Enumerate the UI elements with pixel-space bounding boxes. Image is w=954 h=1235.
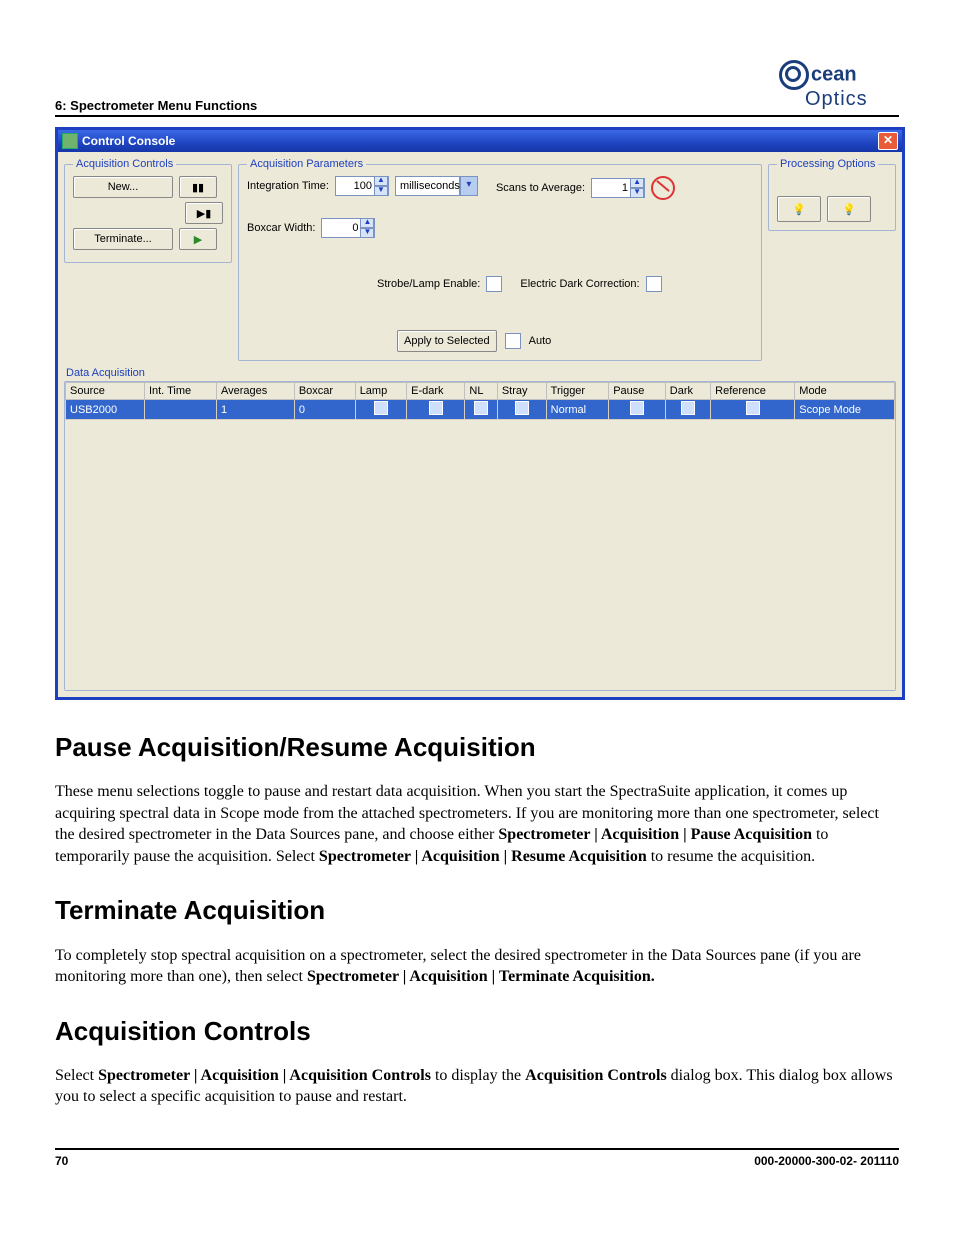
window-title: Control Console	[82, 134, 175, 148]
proc-legend: Processing Options	[777, 158, 878, 170]
boxcar-input[interactable]: ▲▼	[321, 218, 375, 238]
step-icon: ▶▮	[197, 207, 212, 220]
play-icon: ▶	[194, 233, 202, 246]
table-row[interactable]: USB2000 1 0 Normal Scope	[66, 400, 895, 420]
data-acq-legend: Data Acquisition	[66, 367, 896, 379]
paragraph: These menu selections toggle to pause an…	[55, 781, 899, 867]
acquisition-parameters-group: Acquisition Parameters Integration Time:…	[238, 158, 762, 361]
dark-bulb-button[interactable]: 💡	[777, 196, 821, 222]
scans-avg-input[interactable]: ▲▼	[591, 178, 645, 198]
data-acquisition-table[interactable]: Source Int. Time Averages Boxcar Lamp E-…	[65, 382, 895, 420]
pause-button[interactable]: ▮▮	[179, 176, 217, 198]
document-id: 000-20000-300-02- 201110	[754, 1154, 899, 1168]
new-button[interactable]: New...	[73, 176, 173, 198]
pause-icon: ▮▮	[192, 181, 204, 194]
brand-logo: cean Optics	[779, 60, 899, 113]
strobe-lamp-label: Strobe/Lamp Enable:	[377, 278, 480, 290]
edark-label: Electric Dark Correction:	[520, 278, 639, 290]
titlebar[interactable]: Control Console ✕	[58, 130, 902, 152]
data-acquisition-section: Data Acquisition Source Int. Time Averag…	[58, 367, 902, 697]
section-heading-pause: Pause Acquisition/Resume Acquisition	[55, 730, 899, 765]
processing-options-group: Processing Options 💡 💡	[768, 158, 896, 231]
document-body: Pause Acquisition/Resume Acquisition The…	[55, 730, 899, 1108]
spinner-down-icon[interactable]: ▼	[374, 186, 388, 196]
acq-params-legend: Acquisition Parameters	[247, 158, 366, 170]
play-button[interactable]: ▶	[179, 228, 217, 250]
step-button[interactable]: ▶▮	[185, 202, 223, 224]
window-icon	[62, 133, 78, 149]
light-bulb-button[interactable]: 💡	[827, 196, 871, 222]
page-footer: 70 000-20000-300-02- 201110	[55, 1148, 899, 1168]
acq-controls-legend: Acquisition Controls	[73, 158, 176, 170]
close-icon[interactable]: ✕	[878, 132, 898, 150]
page-number: 70	[55, 1154, 68, 1168]
lamp-cell-checkbox[interactable]	[374, 401, 388, 415]
paragraph: Select Spectrometer | Acquisition | Acqu…	[55, 1065, 899, 1108]
bulb-off-icon: 💡	[792, 203, 806, 216]
table-empty-area	[65, 420, 895, 690]
scans-avg-label: Scans to Average:	[496, 182, 585, 194]
paragraph: To completely stop spectral acquisition …	[55, 945, 899, 988]
edark-checkbox[interactable]	[646, 276, 662, 292]
apply-to-selected-button[interactable]: Apply to Selected	[397, 330, 497, 352]
boxcar-label: Boxcar Width:	[247, 222, 315, 234]
logo-swirl-icon	[779, 60, 809, 90]
auto-label: Auto	[529, 335, 552, 347]
nl-cell-checkbox[interactable]	[474, 401, 488, 415]
auto-checkbox[interactable]	[505, 333, 521, 349]
reference-cell-checkbox[interactable]	[746, 401, 760, 415]
page-header: 6: Spectrometer Menu Functions cean Opti…	[55, 60, 899, 117]
table-header-row: Source Int. Time Averages Boxcar Lamp E-…	[66, 383, 895, 400]
section-heading-acq-controls: Acquisition Controls	[55, 1014, 899, 1049]
strobe-lamp-checkbox[interactable]	[486, 276, 502, 292]
control-console-window: Control Console ✕ Acquisition Controls N…	[55, 127, 905, 700]
stray-cell-checkbox[interactable]	[515, 401, 529, 415]
chevron-down-icon[interactable]: ▾	[460, 176, 478, 196]
section-heading-terminate: Terminate Acquisition	[55, 893, 899, 928]
edark-cell-checkbox[interactable]	[429, 401, 443, 415]
acquisition-controls-group: Acquisition Controls New... ▮▮ ▶▮ Termin…	[64, 158, 232, 263]
terminate-button[interactable]: Terminate...	[73, 228, 173, 250]
chapter-label: 6: Spectrometer Menu Functions	[55, 98, 257, 113]
integration-time-input[interactable]: ▲▼	[335, 176, 389, 196]
integration-time-label: Integration Time:	[247, 180, 329, 192]
dark-cell-checkbox[interactable]	[681, 401, 695, 415]
bulb-on-icon: 💡	[842, 203, 856, 216]
pause-cell-checkbox[interactable]	[630, 401, 644, 415]
cancel-icon[interactable]	[651, 176, 675, 200]
